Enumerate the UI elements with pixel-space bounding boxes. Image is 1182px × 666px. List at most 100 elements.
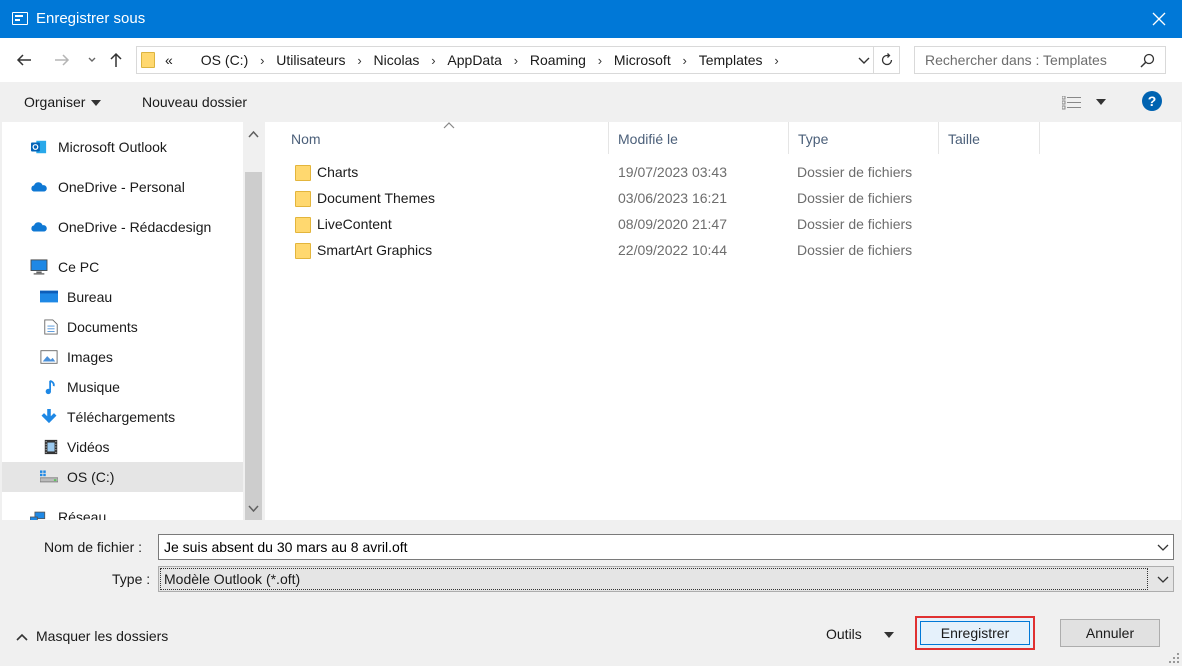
file-modified: 03/06/2023 16:21 [618,190,727,206]
address-bar[interactable]: «OS (C:) › Utilisateurs › Nicolas › AppData › Ro… [136,46,900,74]
file-row[interactable]: SmartArt Graphics 22/09/2022 10:44 Dossi… [265,238,925,264]
cancel-button[interactable]: Annuler [1060,619,1160,647]
nav-item-label: Images [67,349,113,365]
network-icon [30,511,46,520]
view-details-icon[interactable] [1062,96,1084,110]
help-icon[interactable]: ? [1142,91,1162,111]
filename-field[interactable] [158,534,1174,560]
new-folder-button[interactable]: Nouveau dossier [142,94,247,110]
column-header-size[interactable]: Taille [939,122,1040,154]
save-button[interactable]: Enregistrer [915,616,1035,650]
nav-item-os-c[interactable]: OS (C:) [2,462,243,492]
breadcrumb-item[interactable]: AppData [445,52,503,68]
nav-item-label: Microsoft Outlook [58,139,167,155]
filename-input[interactable] [159,535,1149,559]
chevron-up-icon [16,634,28,641]
nav-item-bureau[interactable]: Bureau [2,282,243,312]
breadcrumb-separator-icon[interactable]: › [250,53,274,68]
nav-item-musique[interactable]: Musique [2,372,243,402]
file-type: Dossier de fichiers [797,164,913,180]
file-type: Dossier de fichiers [797,242,913,258]
breadcrumb-separator-icon[interactable]: › [504,53,528,68]
svg-text:?: ? [1148,93,1157,109]
nav-item-label: OneDrive - Personal [58,179,185,195]
close-icon [1152,12,1166,26]
file-row[interactable]: Document Themes 03/06/2023 16:21 Dossier… [265,186,925,212]
column-header-name[interactable]: Nom [265,122,609,154]
breadcrumb-item[interactable]: Nicolas [372,52,422,68]
file-modified: 08/09/2020 21:47 [618,216,727,232]
nav-item-reseau[interactable]: Réseau [2,502,243,520]
outlook-icon [31,140,47,154]
nav-item-label: Documents [67,319,138,335]
arrow-left-icon [16,54,31,66]
nav-item-onedrive-redacdesign[interactable]: OneDrive - Rédacdesign [2,212,243,242]
window-title: Enregistrer sous [36,10,146,27]
drive-icon [40,470,58,483]
filename-label: Nom de fichier : [44,539,143,555]
file-name: LiveContent [317,216,392,232]
type-select[interactable]: Modèle Outlook (*.oft) [158,566,1174,592]
breadcrumb-separator-icon[interactable]: › [588,53,612,68]
music-icon [45,379,55,395]
search-input[interactable] [915,47,1135,73]
organize-menu[interactable]: Organiser [24,94,102,110]
column-header-label: Type [798,131,829,147]
save-form: Nom de fichier : Type : Modèle Outlook (… [0,520,1182,666]
breadcrumb-separator-icon[interactable]: › [348,53,372,68]
breadcrumb-item[interactable]: Templates [697,52,765,68]
column-header-modified[interactable]: Modifié le [609,122,789,154]
scroll-down-icon[interactable] [247,502,260,515]
desktop-icon [40,290,58,303]
recent-locations-button[interactable] [80,48,104,72]
nav-item-ce-pc[interactable]: Ce PC [2,252,243,282]
column-header-type[interactable]: Type [789,122,939,154]
breadcrumb: «OS (C:) › Utilisateurs › Nicolas › AppData › Ro… [163,52,789,68]
caret-down-icon[interactable] [884,631,894,639]
resize-grip-icon[interactable] [1168,652,1180,664]
nav-item-images[interactable]: Images [2,342,243,372]
tools-menu[interactable]: Outils [826,626,862,642]
navigation-scrollbar[interactable] [243,122,264,520]
nav-item-label: Ce PC [58,259,100,275]
forward-button[interactable] [50,48,74,72]
nav-item-videos[interactable]: Vidéos [2,432,243,462]
breadcrumb-item[interactable]: Roaming [528,52,588,68]
scrollbar-thumb[interactable] [245,172,262,520]
onedrive-icon [31,182,47,192]
search-box[interactable] [914,46,1166,74]
search-icon[interactable] [1140,53,1155,68]
close-button[interactable] [1136,0,1182,38]
breadcrumb-item[interactable]: OS (C:) [199,52,250,68]
file-name: Charts [317,164,359,180]
breadcrumb-item[interactable]: Microsoft [612,52,673,68]
address-history-chevron-icon[interactable] [857,52,871,68]
navigation-pane: Microsoft Outlook OneDrive - Personal On… [2,122,264,520]
refresh-button[interactable] [873,47,899,73]
up-button[interactable] [104,48,128,72]
overflow-chevron[interactable]: « [163,52,175,68]
breadcrumb-item[interactable]: Utilisateurs [274,52,347,68]
chevron-down-icon[interactable] [1157,573,1169,585]
hide-folders-toggle[interactable]: Masquer les dossiers [16,628,168,644]
nav-item-microsoft-outlook[interactable]: Microsoft Outlook [2,132,243,162]
nav-item-telechargements[interactable]: Téléchargements [2,402,243,432]
file-modified: 19/07/2023 03:43 [618,164,727,180]
view-options-caret-icon[interactable] [1096,98,1106,106]
breadcrumb-separator-icon[interactable]: › [673,53,697,68]
nav-item-documents[interactable]: Documents [2,312,243,342]
nav-item-onedrive-personal[interactable]: OneDrive - Personal [2,172,243,202]
file-modified: 22/09/2022 10:44 [618,242,727,258]
chevron-down-icon[interactable] [1157,541,1169,553]
nav-item-label: Téléchargements [67,409,176,425]
images-icon [40,350,58,364]
breadcrumb-separator-icon[interactable]: › [421,53,445,68]
hide-folders-label: Masquer les dossiers [36,628,169,644]
scroll-up-icon[interactable] [247,128,260,141]
file-row[interactable]: Charts 19/07/2023 03:43 Dossier de fichi… [265,160,925,186]
back-button[interactable] [12,48,36,72]
save-dialog-icon [12,12,28,25]
breadcrumb-separator-icon[interactable]: › [765,53,789,68]
documents-icon [44,319,58,335]
file-row[interactable]: LiveContent 08/09/2020 21:47 Dossier de … [265,212,925,238]
